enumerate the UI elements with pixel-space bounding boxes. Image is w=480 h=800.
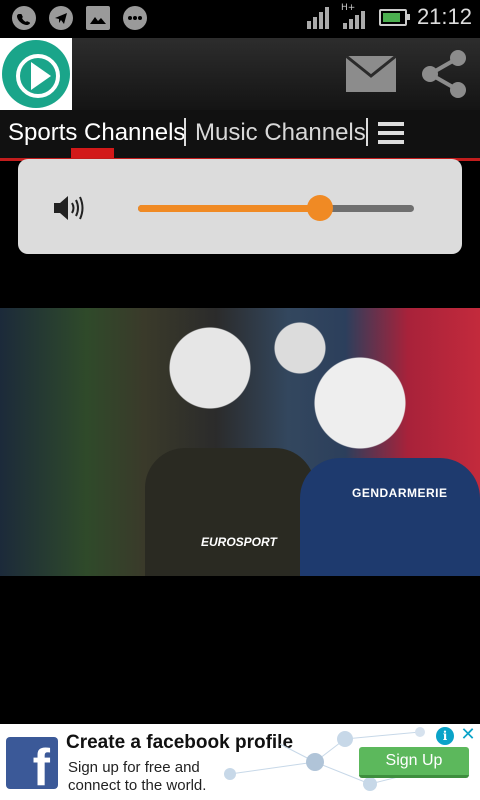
tab-divider	[184, 118, 186, 146]
tab-sports-channels[interactable]: Sports Channels	[8, 119, 185, 147]
volume-panel	[18, 159, 462, 254]
chat-icon	[123, 6, 147, 30]
ad-text-line: Sign up for free and	[68, 759, 200, 776]
notification-icons	[12, 6, 147, 30]
signal-icon	[306, 5, 329, 29]
app-bar	[0, 38, 480, 110]
data-signal-icon: H+	[339, 3, 365, 29]
status-bar: H+ 21:12	[0, 0, 480, 38]
share-icon[interactable]	[418, 48, 470, 100]
video-player[interactable]: GENDARMERIE EUROSPORT	[0, 308, 480, 576]
ad-banner[interactable]: f Create a facebook profile Sign up for …	[0, 724, 480, 800]
ad-info-icon[interactable]: i	[436, 727, 454, 745]
app-logo[interactable]	[0, 38, 72, 110]
volume-slider-fill	[138, 205, 321, 212]
volume-slider[interactable]	[138, 195, 414, 221]
whatsapp-icon	[12, 6, 36, 30]
system-icons: H+ 21:12	[306, 3, 472, 30]
video-frame-rider	[145, 448, 315, 576]
gallery-icon	[86, 6, 110, 30]
hamburger-menu-icon[interactable]	[378, 122, 404, 146]
speaker-icon[interactable]	[52, 193, 86, 228]
clock: 21:12	[416, 4, 472, 29]
vest-text: GENDARMERIE	[352, 486, 448, 500]
sign-up-button[interactable]: Sign Up	[359, 747, 469, 778]
channel-tabs: Sports Channels Music Channels	[0, 110, 480, 161]
tab-divider	[366, 118, 368, 146]
channel-watermark: EUROSPORT	[201, 535, 277, 549]
play-circle-logo	[2, 40, 70, 108]
volume-slider-thumb[interactable]	[307, 195, 334, 221]
tab-music-channels[interactable]: Music Channels	[195, 119, 366, 147]
active-tab-indicator	[71, 148, 114, 158]
telegram-icon	[49, 6, 73, 30]
ad-text-line: connect to the world.	[68, 777, 207, 794]
ad-close-icon[interactable]: ✕	[458, 724, 478, 744]
mail-icon[interactable]	[345, 54, 397, 92]
facebook-logo: f	[6, 737, 58, 789]
battery-icon	[378, 8, 410, 26]
video-frame-rider	[300, 458, 480, 576]
